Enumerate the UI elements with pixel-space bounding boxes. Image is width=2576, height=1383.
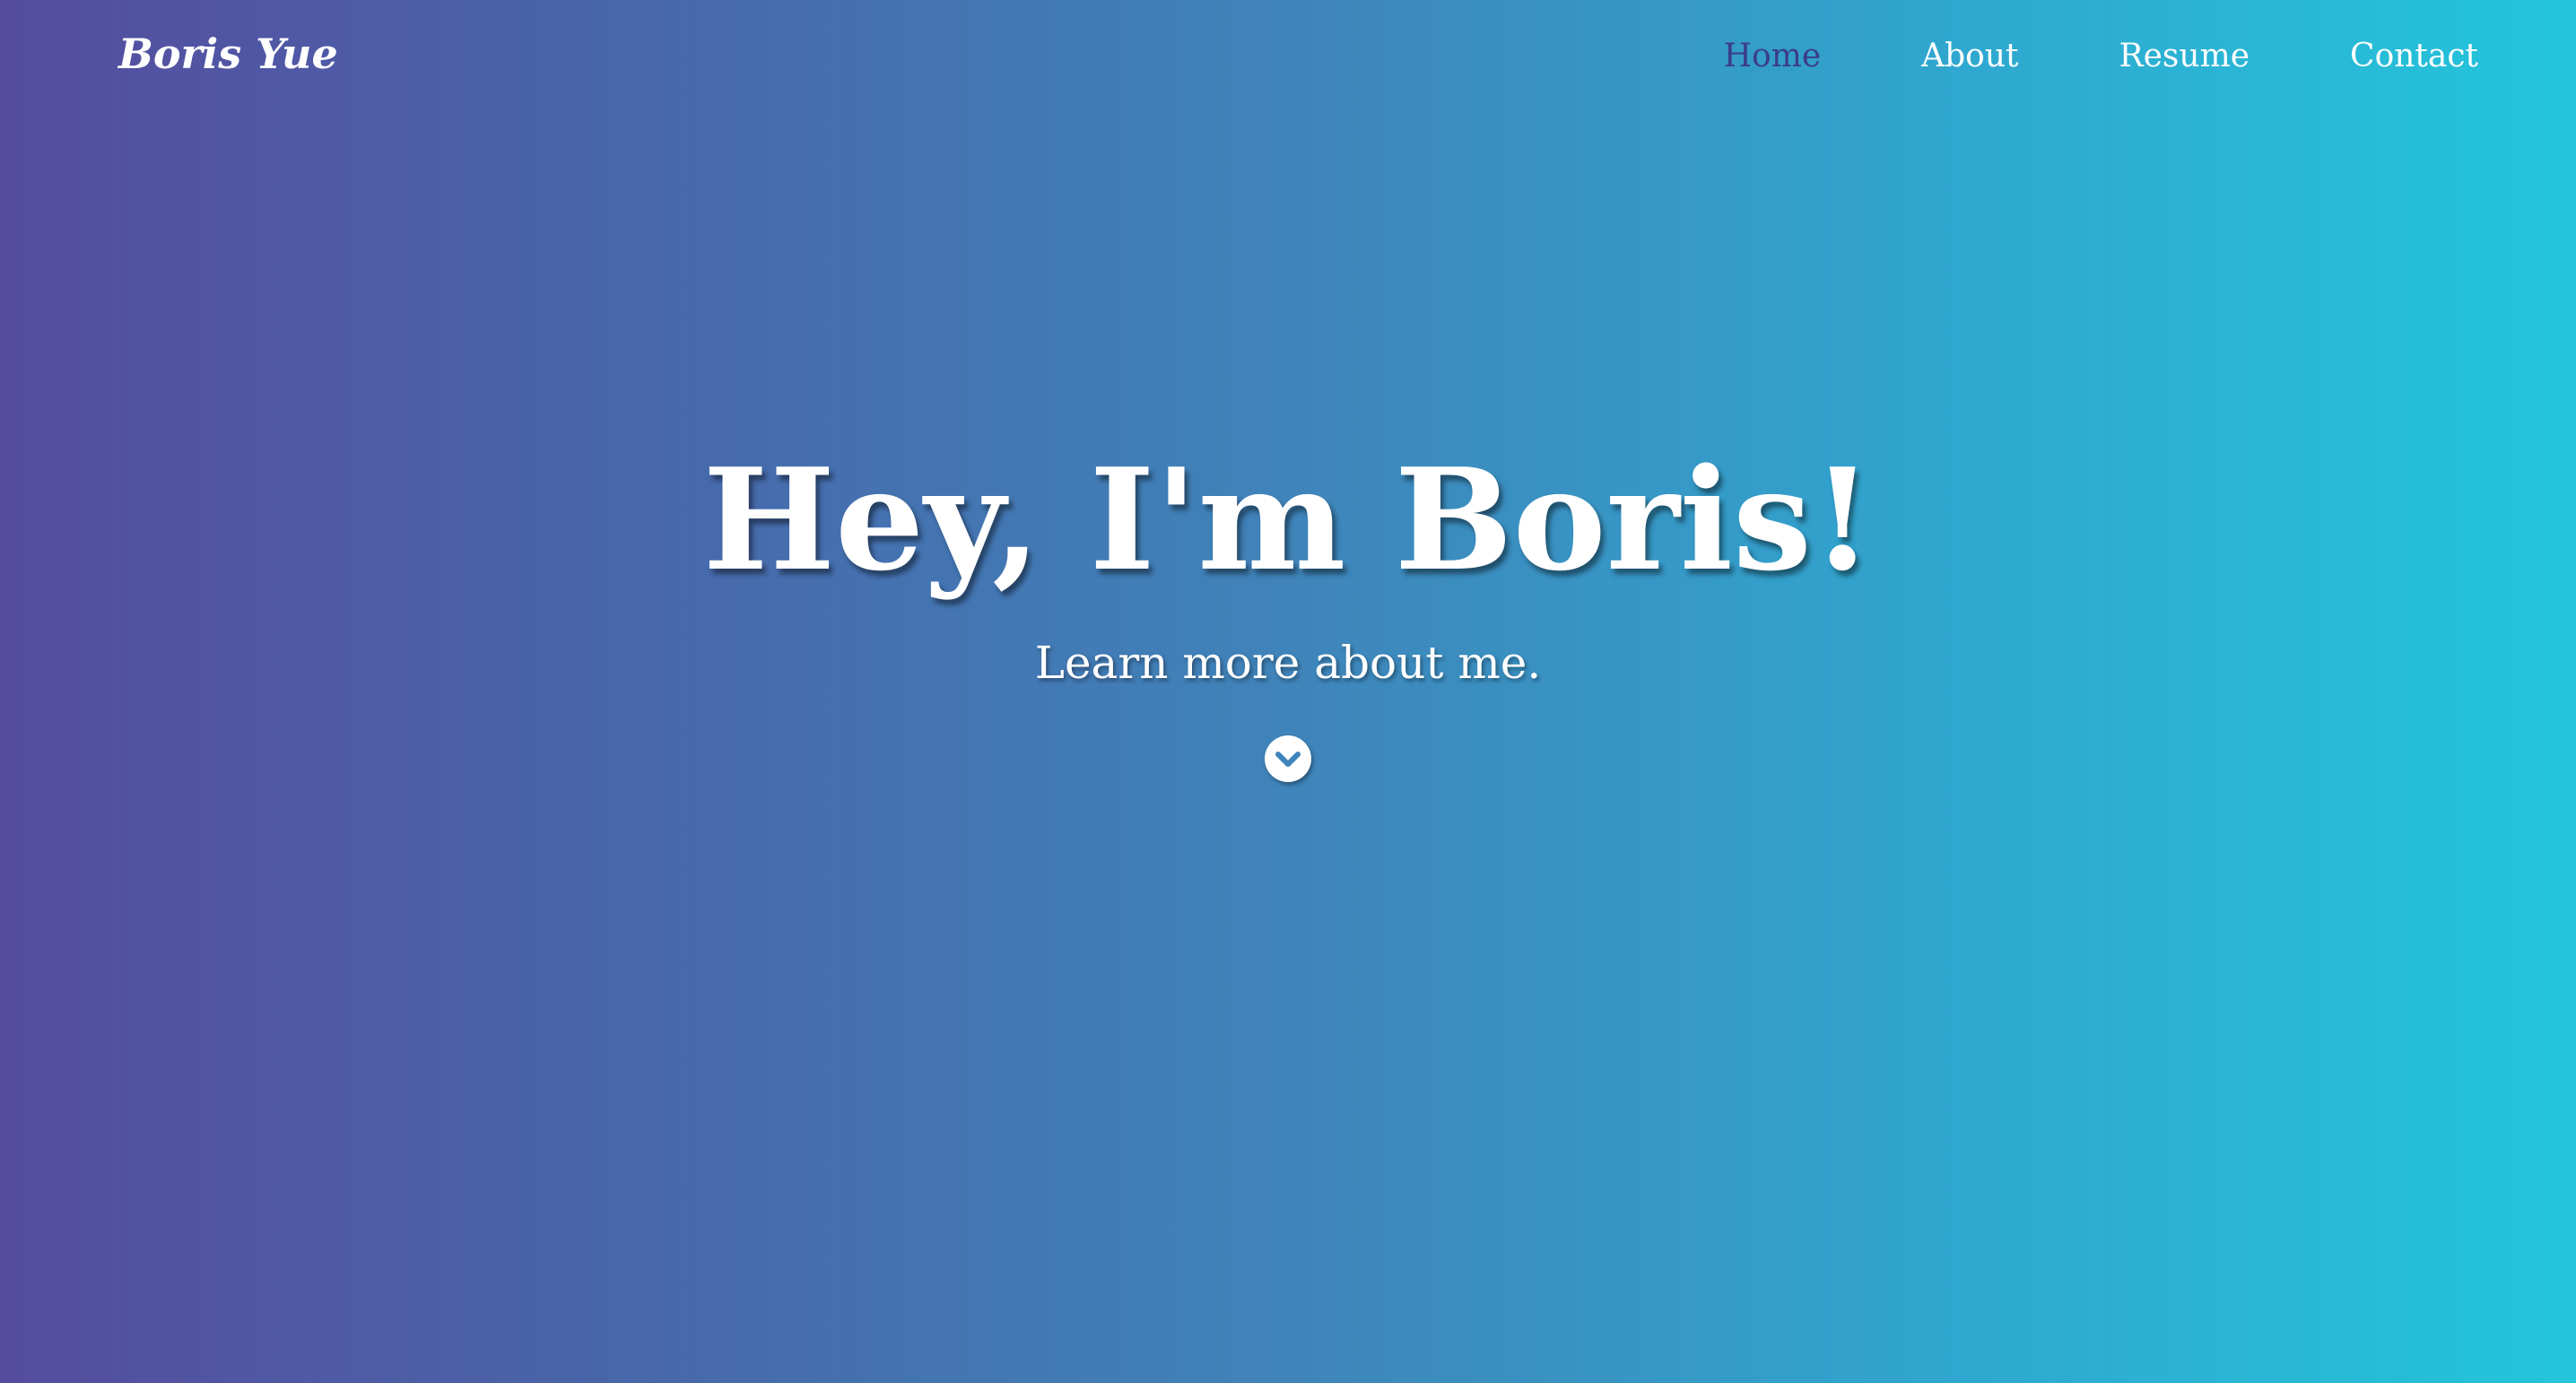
nav-contact-link[interactable]: Contact <box>2350 27 2478 86</box>
nav-resume-link[interactable]: Resume <box>2119 27 2250 86</box>
scroll-down-button[interactable] <box>1265 735 1311 782</box>
chevron-down-circle-icon <box>1275 752 1301 767</box>
nav-home-link[interactable]: Home <box>1724 27 1822 86</box>
nav-about-link[interactable]: About <box>1921 27 2018 86</box>
site-brand-link[interactable]: Boris Yue <box>118 22 338 86</box>
hero-title: Hey, I'm Boris! <box>702 438 1874 602</box>
hero-section: Hey, I'm Boris! Learn more about me. <box>0 422 2576 694</box>
hero-subtitle: Learn more about me. <box>1034 637 1542 689</box>
main-nav: Home About Resume Contact <box>1724 27 2478 86</box>
top-navbar: Boris Yue Home About Resume Contact <box>0 0 2576 113</box>
